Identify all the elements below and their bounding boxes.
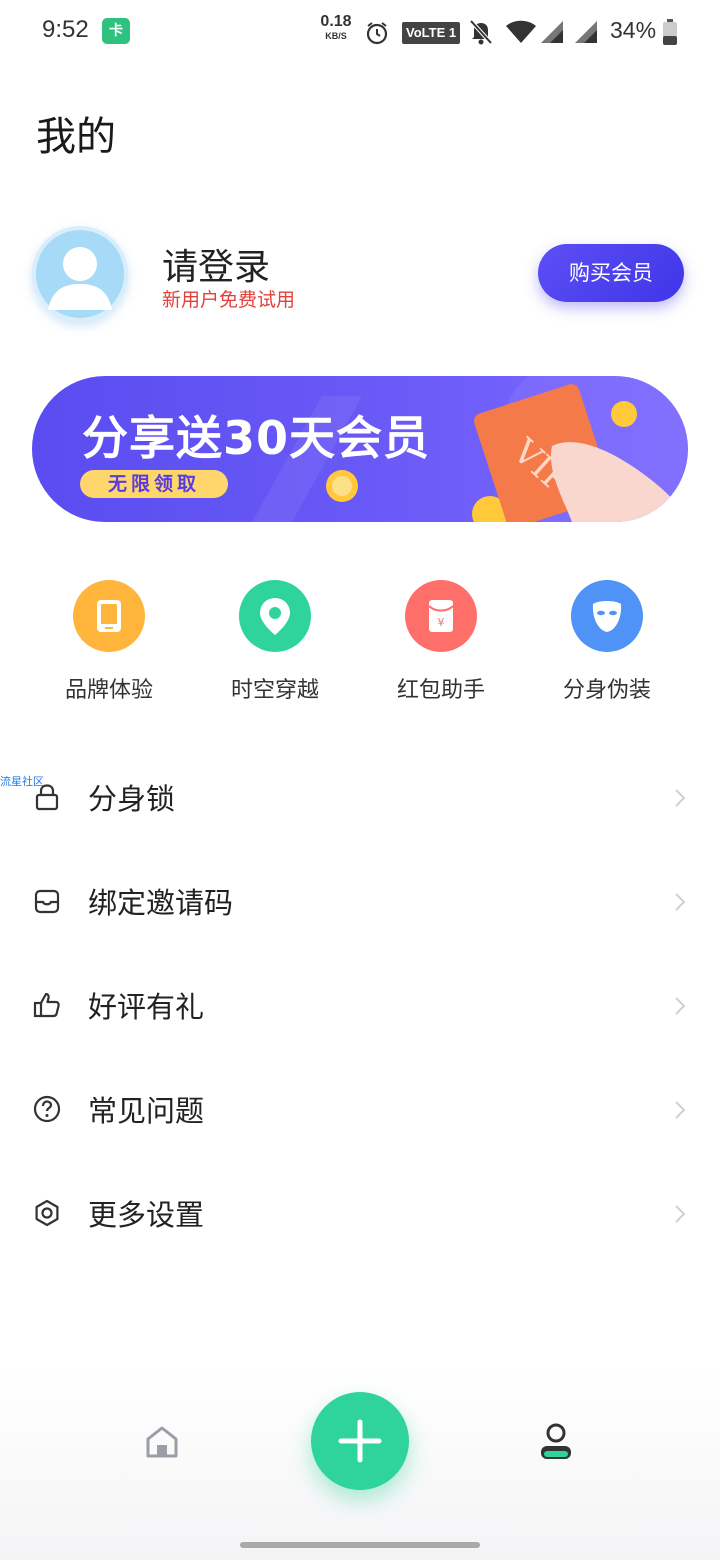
invite-icon (34, 889, 60, 914)
thumbs-up-icon (33, 992, 60, 1018)
menu-item-label: 绑定邀请码 (88, 886, 234, 920)
feature-label: 时空穿越 (230, 678, 319, 703)
gesture-bar (240, 1542, 480, 1548)
menu-item-label: 好评有礼 (88, 990, 205, 1024)
chevron-right-icon (675, 997, 686, 1015)
status-bar: 9:52 卡 0.18 KB/S VoLTE 1 34% (0, 0, 720, 64)
chevron-right-icon (675, 789, 686, 807)
lock-icon (35, 784, 59, 811)
add-button[interactable] (311, 1392, 409, 1490)
question-icon (33, 1095, 61, 1123)
feature-icon-bg (73, 580, 145, 652)
page-title: 我的 (36, 114, 116, 160)
mute-icon (469, 19, 493, 45)
volte-badge: VoLTE 1 (402, 22, 461, 44)
net-speed-unit: KB/S (325, 31, 347, 41)
free-trial-text: 新用户免费试用 (162, 289, 296, 311)
red-envelope-icon: ¥ (428, 600, 454, 632)
svg-text:¥: ¥ (438, 616, 445, 629)
menu-item-more-settings[interactable]: 更多设置 (0, 1162, 720, 1266)
menu-item-bind-invite-code[interactable]: 绑定邀请码 (0, 850, 720, 954)
buy-membership-button[interactable]: 购买会员 (538, 244, 684, 302)
signal-icon (541, 21, 563, 43)
feature-label: 分身伪装 (562, 678, 651, 703)
app-notification-icon: 卡 (102, 18, 130, 44)
chevron-right-icon (675, 1205, 686, 1223)
location-pin-icon (260, 598, 290, 635)
add-icon (338, 1419, 382, 1463)
banner-tag: 无限领取 (80, 470, 228, 498)
profile-icon[interactable] (538, 1422, 574, 1462)
mask-icon (592, 601, 622, 632)
alarm-icon (366, 22, 388, 45)
battery-icon (663, 19, 677, 45)
feature-label: 品牌体验 (64, 678, 153, 703)
feature-icon-bg (571, 580, 643, 652)
feature-label: 红包助手 (396, 678, 485, 703)
menu-item-review-reward[interactable]: 好评有礼 (0, 954, 720, 1058)
feature-icon-bg: ¥ (405, 580, 477, 652)
net-speed: 0.18 KB/S (319, 14, 353, 41)
settings-icon (35, 1199, 59, 1227)
user-avatar-icon (36, 230, 124, 318)
status-time: 9:52 (42, 16, 89, 43)
feature-time-travel[interactable]: 时空穿越 (192, 580, 358, 710)
signal-icon (575, 21, 597, 43)
chevron-right-icon (675, 893, 686, 911)
net-speed-value: 0.18 (320, 13, 352, 30)
avatar[interactable] (32, 226, 128, 322)
share-promo-banner[interactable]: VIP 分享送30天会员 无限领取 (32, 376, 688, 522)
feature-brand-experience[interactable]: 品牌体验 (26, 580, 192, 710)
login-prompt[interactable]: 请登录 (162, 238, 270, 290)
phone-icon (97, 600, 121, 632)
menu-item-faq[interactable]: 常见问题 (0, 1058, 720, 1162)
menu-item-label: 分身锁 (88, 782, 176, 816)
menu-item-label: 常见问题 (88, 1094, 205, 1128)
menu-item-label: 更多设置 (88, 1198, 205, 1232)
wifi-icon (506, 20, 536, 43)
feature-red-packet-helper[interactable]: ¥ 红包助手 (358, 580, 524, 710)
chevron-right-icon (675, 1101, 686, 1119)
home-icon[interactable] (144, 1424, 180, 1460)
battery-percent: 34% (610, 17, 657, 43)
feature-icon-bg (239, 580, 311, 652)
feature-clone-disguise[interactable]: 分身伪装 (524, 580, 690, 710)
banner-title: 分享送30天会员 (82, 411, 431, 465)
menu-item-clone-lock[interactable]: 分身锁 (0, 746, 720, 850)
